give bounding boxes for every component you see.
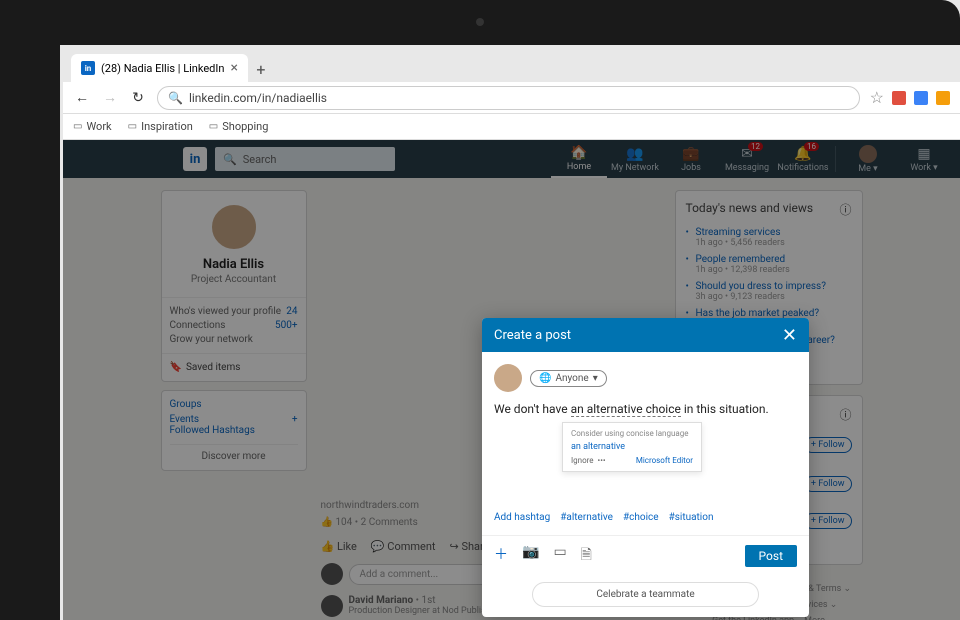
back-button[interactable]: ←: [73, 89, 91, 107]
browser-tab[interactable]: in (28) Nadia Ellis | LinkedIn ×: [71, 54, 248, 82]
page-content: in 🔍 Search 🏠Home 👥My Network 💼Jobs 12✉M…: [63, 140, 960, 620]
celebrate-teammate[interactable]: Celebrate a teammate: [532, 582, 759, 607]
refresh-button[interactable]: ↻: [129, 89, 147, 107]
forward-button[interactable]: →: [101, 89, 119, 107]
camera-icon[interactable]: 📷: [522, 544, 539, 568]
editor-suggestion-span[interactable]: an alternative choice: [571, 402, 681, 417]
address-bar[interactable]: 🔍 linkedin.com/in/nadiaellis: [157, 86, 860, 110]
tab-close-icon[interactable]: ×: [230, 60, 237, 76]
editor-more[interactable]: •••: [598, 456, 606, 465]
add-hashtag[interactable]: Add hashtag: [494, 512, 550, 523]
modal-title: Create a post: [494, 328, 571, 343]
tab-strip: in (28) Nadia Ellis | LinkedIn × +: [63, 48, 960, 82]
new-tab-button[interactable]: +: [248, 56, 274, 82]
hashtag-suggestions: Add hashtag #alternative #choice #situat…: [494, 512, 797, 523]
modal-footer: ＋ 📷 ▭ 🗎 Post: [482, 535, 809, 576]
close-icon[interactable]: ✕: [782, 325, 797, 346]
compose-avatar: [494, 364, 522, 392]
document-icon[interactable]: 🗎: [581, 544, 592, 568]
linkedin-favicon: in: [81, 61, 95, 75]
hashtag-chip[interactable]: #alternative: [560, 512, 613, 523]
bookmark-item[interactable]: Work: [73, 120, 112, 133]
laptop-bezel: [0, 0, 960, 45]
favorite-icon[interactable]: ☆: [870, 88, 884, 107]
editor-replacement[interactable]: an alternative: [571, 442, 693, 452]
tab-title: (28) Nadia Ellis | LinkedIn: [101, 62, 224, 75]
bookmarks-bar: Work Inspiration Shopping: [63, 114, 960, 140]
extension-icon[interactable]: [892, 91, 906, 105]
visibility-dropdown[interactable]: 🌐 Anyone ▾: [530, 370, 607, 387]
laptop-bezel-left: [0, 0, 60, 620]
extension-icon[interactable]: [914, 91, 928, 105]
bookmark-item[interactable]: Inspiration: [128, 120, 193, 133]
editor-brand[interactable]: Microsoft Editor: [636, 456, 693, 465]
post-button[interactable]: Post: [745, 545, 797, 567]
plus-icon[interactable]: ＋: [494, 544, 508, 568]
modal-header: Create a post ✕: [482, 318, 809, 352]
video-icon[interactable]: ▭: [553, 544, 566, 568]
editor-ignore[interactable]: Ignore: [571, 456, 594, 465]
create-post-modal: Create a post ✕ 🌐 Anyone ▾ We don't have…: [482, 318, 809, 617]
browser-window: in (28) Nadia Ellis | LinkedIn × + ← → ↻…: [63, 48, 960, 620]
url-text: linkedin.com/in/nadiaellis: [189, 91, 327, 105]
url-actions: ☆: [870, 88, 950, 107]
editor-hint: Consider using concise language: [571, 429, 693, 438]
editor-popup: Consider using concise language an alter…: [562, 422, 702, 472]
search-icon: 🔍: [168, 91, 183, 105]
extension-icon[interactable]: [936, 91, 950, 105]
compose-textarea[interactable]: We don't have an alternative choice in t…: [494, 402, 797, 416]
bookmark-item[interactable]: Shopping: [209, 120, 269, 133]
url-bar: ← → ↻ 🔍 linkedin.com/in/nadiaellis ☆: [63, 82, 960, 114]
hashtag-chip[interactable]: #situation: [669, 512, 714, 523]
hashtag-chip[interactable]: #choice: [623, 512, 659, 523]
